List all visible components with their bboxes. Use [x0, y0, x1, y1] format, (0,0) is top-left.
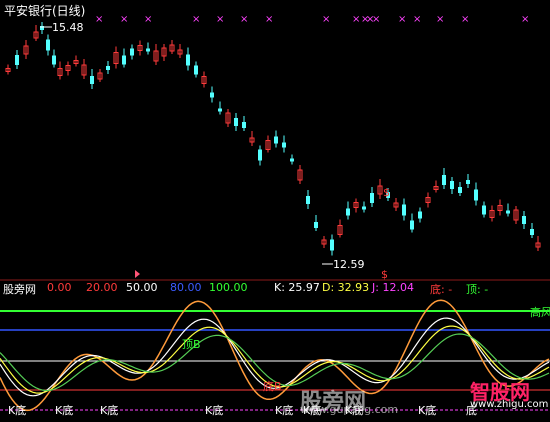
x-marker-icon: × [192, 14, 200, 25]
candle-down [362, 206, 366, 210]
k-bottom-label: K底 [275, 403, 293, 417]
x-marker-icon: × [144, 14, 152, 25]
dollar-marker: $ [383, 186, 390, 199]
x-marker-icon: × [120, 14, 128, 25]
x-marker-icon: × [521, 14, 529, 25]
x-marker-row: × × × × × × × × × ××× × × × × × [95, 14, 529, 25]
candle-down [146, 48, 150, 52]
x-marker-icon: × [265, 14, 273, 25]
candle-down [418, 211, 422, 219]
candle-down [458, 187, 462, 193]
candle-down [466, 180, 470, 184]
top-value: 顶: - [466, 283, 489, 296]
bottom-value: 底: - [430, 283, 453, 296]
candle-down [482, 205, 486, 215]
x-marker-icon: × [398, 14, 406, 25]
candle-down [402, 204, 406, 216]
candle-down [450, 181, 454, 189]
indicator-name: 股旁网 [3, 283, 36, 296]
bottom-b-label: 底B [263, 379, 282, 393]
candle-down [242, 122, 246, 128]
level-0: 0.00 [47, 281, 72, 294]
high-price-label: 15.48 [52, 21, 84, 34]
top-b-label: 顶B [182, 338, 201, 351]
candle-down [130, 48, 134, 56]
indicator-level-lines [0, 310, 550, 411]
level-20: 20.00 [86, 281, 118, 294]
chart-title: 平安银行(日线) [4, 4, 86, 18]
high-risk-label: 高风 [530, 305, 550, 319]
candle-down [15, 55, 19, 65]
x-marker-icon: × [352, 14, 360, 25]
candle-down [218, 108, 222, 112]
k-bottom-label: K底 [100, 403, 118, 417]
indicator-header: 股旁网 0.00 20.00 50.00 80.00 100.00 K: 25.… [0, 281, 550, 297]
candle-down [186, 54, 190, 66]
candle-down [274, 136, 278, 144]
k-value: K: 25.97 [274, 281, 320, 294]
candle-down [258, 149, 262, 161]
candle-down [474, 189, 478, 201]
candle-down [370, 193, 374, 203]
candle-down [234, 118, 238, 126]
x-marker-icon: × [95, 14, 103, 25]
candle-down [314, 222, 318, 228]
candle-down [194, 65, 198, 75]
candle-down [46, 39, 50, 51]
level-100: 100.00 [209, 281, 248, 294]
candle-down [52, 55, 56, 65]
candle-down [306, 196, 310, 204]
candle-down [330, 239, 334, 251]
x-marker-icon: × [240, 14, 248, 25]
level-50: 50.00 [126, 281, 158, 294]
k-bottom-label: K底 [418, 403, 436, 417]
x-marker-icon: × [413, 14, 421, 25]
x-marker-icon: × [322, 14, 330, 25]
d-value: D: 32.93 [322, 281, 370, 294]
x-marker-icon: × [372, 14, 380, 25]
watermark-zhigu-domain: www.zhigu.com [470, 399, 549, 410]
x-marker-icon: × [461, 14, 469, 25]
candle-down [522, 216, 526, 224]
candle-down [90, 76, 94, 84]
j-value: J: 12.04 [372, 281, 414, 294]
candlestick-series [5, 22, 541, 265]
x-marker-icon: × [216, 14, 224, 25]
kline-chart[interactable]: × × × × × × × × × ××× × × × × × 高风顶B底BK底 K底 K底 K底 K底 K底 K底 K底… [0, 0, 550, 422]
candle-down [346, 208, 350, 216]
x-marker-icon: × [436, 14, 444, 25]
low-price-label: 12.59 [333, 258, 365, 271]
dollar-marker: $ [381, 268, 388, 281]
indicator-curves [0, 299, 550, 412]
candle-down [122, 55, 126, 65]
candle-down [410, 220, 414, 230]
candle-down [106, 66, 110, 70]
j-curve [0, 299, 550, 412]
k-bottom-label: K底 [55, 403, 73, 417]
candle-down [506, 210, 510, 214]
candle-down [442, 175, 446, 185]
k-bottom-label: K底 [8, 403, 26, 417]
candle-down [282, 142, 286, 148]
level-80: 80.00 [170, 281, 202, 294]
cursor-arrow-icon [135, 270, 140, 278]
candle-down [530, 229, 534, 235]
candle-down [210, 92, 214, 98]
candle-down [290, 158, 294, 162]
watermark-domain: www.gupang.com [300, 403, 399, 416]
k-bottom-label: K底 [205, 403, 223, 417]
